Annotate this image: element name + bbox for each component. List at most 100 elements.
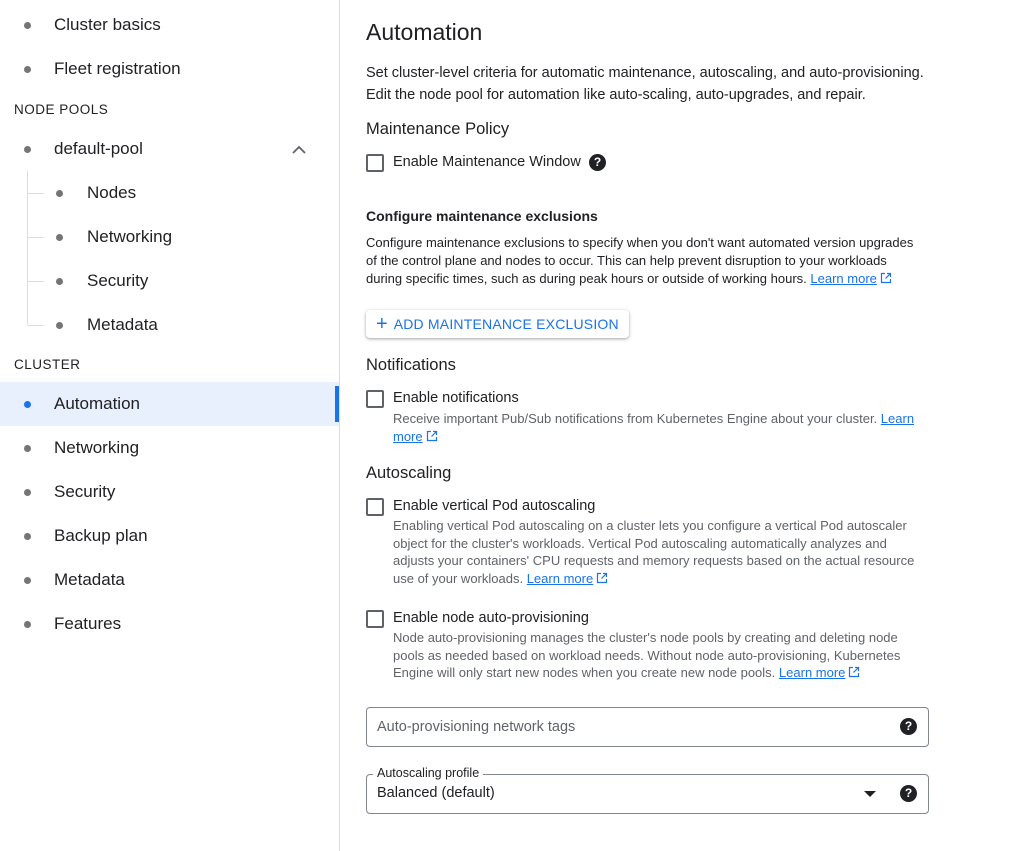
sidebar-item-label: Features [54, 614, 122, 633]
desc-text: Receive important Pub/Sub notifications … [393, 411, 878, 426]
maintenance-window-checkbox[interactable] [366, 154, 384, 172]
page-title: Automation [366, 19, 483, 45]
chevron-up-icon[interactable] [291, 142, 307, 158]
exclusions-description: Configure maintenance exclusions to spec… [366, 234, 913, 288]
desc-line: Configure maintenance exclusions to spec… [366, 235, 914, 250]
desc-text: Engine will only start new nodes when yo… [393, 665, 776, 681]
desc-line: during specific times, such as during pe… [366, 270, 913, 288]
bullet-icon [56, 322, 63, 329]
sidebar-item-label: default-pool [54, 139, 143, 158]
desc-line: Engine will only start new nodes when yo… [393, 664, 928, 682]
bullet-icon [24, 577, 31, 584]
bullet-icon [24, 66, 31, 73]
bullet-icon [24, 533, 31, 540]
sidebar-item-pool-nodes[interactable]: Nodes [0, 171, 339, 215]
node-auto-provisioning-description: Node auto-provisioning manages the clust… [393, 629, 928, 682]
sidebar-item-label: Security [54, 482, 116, 501]
desc-line: Receive important Pub/Sub notifications … [393, 410, 928, 428]
autoscaling-profile-help-icon[interactable]: ? [900, 785, 917, 802]
bullet-icon [56, 234, 63, 241]
bullet-icon [24, 401, 31, 408]
autoscaling-profile-select[interactable]: Autoscaling profile Balanced (default) ? [366, 766, 929, 814]
sidebar-item-label: Cluster basics [54, 15, 161, 34]
maintenance-window-help-icon[interactable]: ? [589, 154, 606, 171]
notifications-learn-more-link-cont[interactable]: more [393, 429, 423, 444]
notifications-learn-more-link[interactable]: Learn [881, 411, 914, 426]
autoscaling-profile-label: Autoscaling profile [373, 766, 484, 780]
bullet-icon [56, 278, 63, 285]
desc-text: use of your workloads. [393, 571, 524, 587]
notifications-checkbox[interactable] [366, 390, 384, 408]
sidebar-item-security[interactable]: Security [0, 470, 339, 514]
vpa-learn-more-link[interactable]: Learn more [527, 571, 593, 586]
notifications-label: Enable notifications [393, 390, 519, 406]
notifications-description: Receive important Pub/Sub notifications … [393, 410, 928, 445]
sidebar-item-label: Networking [54, 438, 140, 457]
bullet-icon [24, 146, 31, 153]
intro-text: Set cluster-level criteria for automatic… [366, 62, 924, 106]
sidebar-item-default-pool[interactable]: default-pool [0, 127, 339, 171]
vertical-pod-autoscaling-label: Enable vertical Pod autoscaling [393, 498, 596, 514]
bullet-icon [24, 621, 31, 628]
desc-line: of the control plane and nodes to occur.… [366, 253, 887, 268]
sidebar-item-networking[interactable]: Networking [0, 426, 339, 470]
sidebar-item-fleet-registration[interactable]: Fleet registration [0, 47, 339, 91]
sidebar-item-features[interactable]: Features [0, 602, 339, 646]
sidebar-nav: Cluster basics Fleet registration NODE P… [0, 0, 340, 851]
sidebar-item-label: Networking [87, 227, 173, 246]
network-tags-input[interactable] [377, 717, 887, 737]
add-maintenance-exclusion-button[interactable]: + ADD MAINTENANCE EXCLUSION [366, 310, 629, 338]
desc-line: adjusts your containers' CPU requests an… [393, 553, 915, 569]
autoscaling-profile-value: Balanced (default) [377, 785, 495, 801]
network-tags-field: ? [366, 707, 929, 747]
nap-learn-more-link[interactable]: Learn more [779, 665, 845, 680]
vertical-pod-autoscaling-description: Enabling vertical Pod autoscaling on a c… [393, 517, 928, 588]
desc-line: object for the cluster's workloads. Vert… [393, 535, 887, 551]
network-tags-help-icon[interactable]: ? [900, 718, 917, 735]
sidebar-item-label: Fleet registration [54, 59, 181, 78]
external-link-icon [849, 667, 860, 678]
desc-line: use of your workloads. Learn more [393, 570, 928, 588]
autoscaling-heading: Autoscaling [366, 464, 452, 482]
intro-line: Set cluster-level criteria for automatic… [366, 65, 924, 81]
active-indicator [335, 386, 339, 422]
maintenance-heading: Maintenance Policy [366, 120, 510, 138]
desc-text: during specific times, such as during pe… [366, 271, 807, 286]
sidebar-item-metadata[interactable]: Metadata [0, 558, 339, 602]
exclusions-heading: Configure maintenance exclusions [366, 208, 598, 224]
sidebar-item-label: Metadata [54, 570, 125, 589]
desc-line: pools as needed based on workload needs.… [393, 647, 901, 663]
dropdown-arrow-icon[interactable] [864, 791, 876, 797]
sidebar-item-label: Automation [54, 394, 140, 413]
sidebar-item-cluster-basics[interactable]: Cluster basics [0, 3, 339, 47]
sidebar-item-pool-metadata[interactable]: Metadata [0, 303, 339, 347]
desc-line: more [393, 428, 928, 446]
external-link-icon [426, 430, 437, 441]
node-auto-provisioning-label: Enable node auto-provisioning [393, 610, 589, 626]
sidebar-item-pool-networking[interactable]: Networking [0, 215, 339, 259]
section-heading-node-pools: NODE POOLS [14, 102, 109, 117]
desc-line: Node auto-provisioning manages the clust… [393, 630, 898, 645]
sidebar-item-label: Metadata [87, 315, 158, 334]
bullet-icon [24, 22, 31, 29]
sidebar-item-backup-plan[interactable]: Backup plan [0, 514, 339, 558]
section-heading-cluster: CLUSTER [14, 357, 81, 372]
external-link-icon [880, 272, 891, 284]
intro-line: Edit the node pool for automation like a… [366, 87, 866, 103]
sidebar-item-pool-security[interactable]: Security [0, 259, 339, 303]
sidebar-item-label: Security [87, 271, 149, 290]
notifications-heading: Notifications [366, 356, 456, 374]
vertical-pod-autoscaling-checkbox[interactable] [366, 498, 384, 516]
exclusions-learn-more-link[interactable]: Learn more [810, 271, 876, 286]
bullet-icon [56, 190, 63, 197]
sidebar-item-automation[interactable]: Automation [0, 382, 339, 426]
maintenance-window-label: Enable Maintenance Window [393, 154, 581, 170]
external-link-icon [597, 573, 608, 584]
button-label: ADD MAINTENANCE EXCLUSION [393, 316, 619, 332]
sidebar-item-label: Backup plan [54, 526, 148, 545]
desc-line: Enabling vertical Pod autoscaling on a c… [393, 518, 907, 533]
sidebar-item-label: Nodes [87, 183, 137, 202]
node-auto-provisioning-checkbox[interactable] [366, 610, 384, 628]
bullet-icon [24, 489, 31, 496]
plus-icon: + [376, 313, 388, 335]
